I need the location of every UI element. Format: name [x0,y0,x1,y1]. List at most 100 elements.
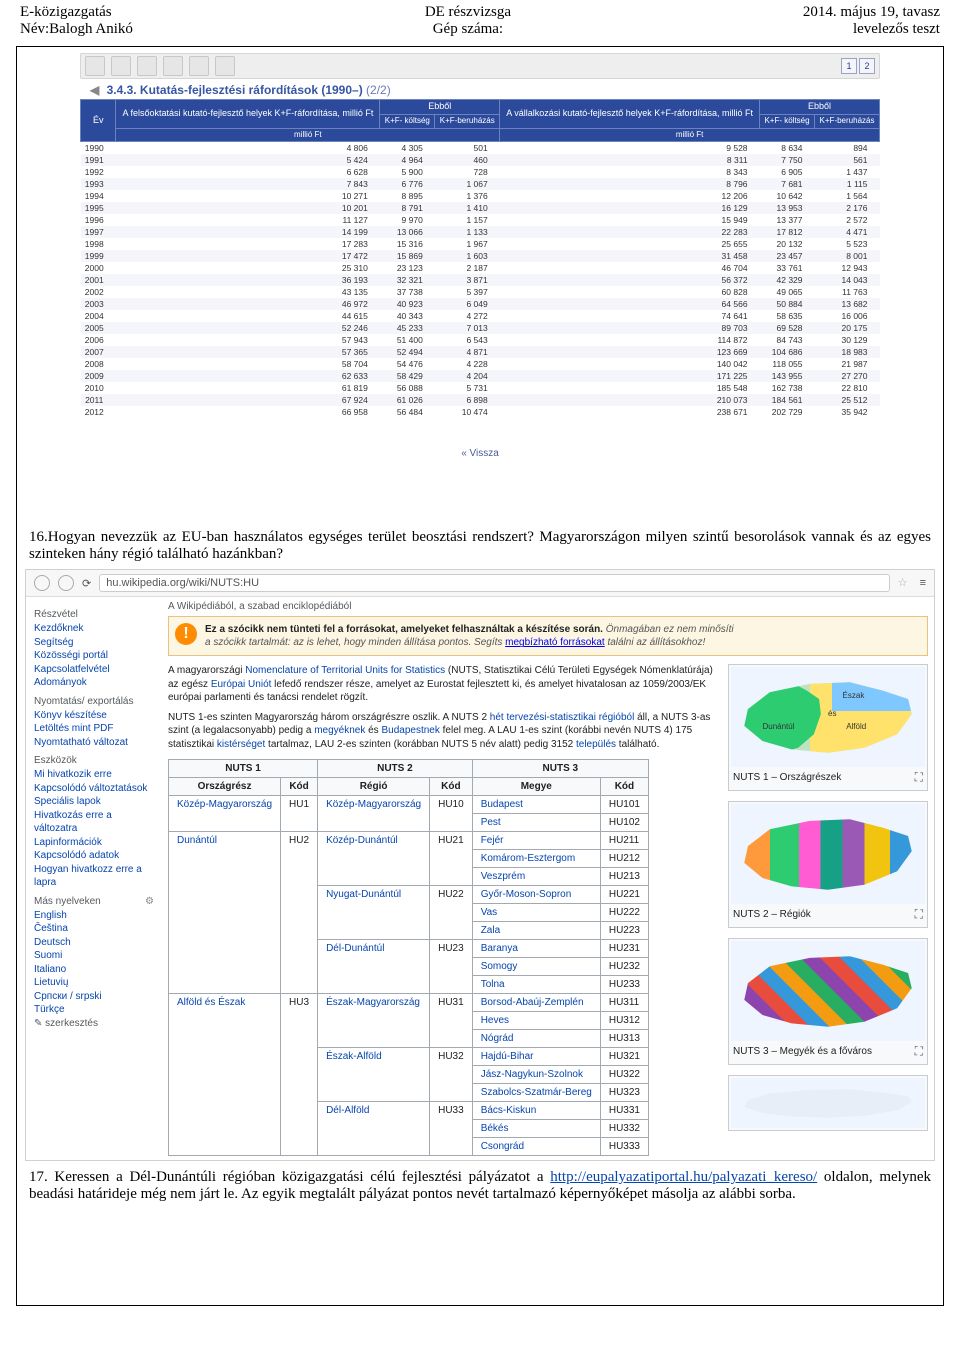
nuts-link[interactable]: Budapest [481,799,523,810]
prev-arrow-icon[interactable]: ◀ [90,83,99,97]
forward-icon[interactable] [58,575,74,591]
nuts-link[interactable]: Somogy [481,961,518,972]
telepules-link[interactable]: település [576,739,616,750]
nuts-link[interactable]: Baranya [481,943,518,954]
gear-icon[interactable]: ⚙ [145,896,154,907]
reload-icon[interactable]: ⟳ [82,577,91,590]
sidebar-edit-link[interactable]: ✎ szerkesztés [34,1017,154,1031]
nuts-link[interactable]: Nyugat-Dunántúl [326,889,401,900]
sidebar-link[interactable]: Italiano [34,963,154,977]
sidebar-link[interactable]: Hivatkozás erre a változatra [34,809,154,836]
enlarge-icon[interactable]: ⛶ [915,907,923,922]
print-icon[interactable] [215,56,235,76]
sidebar-link[interactable]: Letöltés mint PDF [34,722,154,736]
sidebar-link[interactable]: Segítség [34,636,154,650]
sidebar-link[interactable]: Српски / srpski [34,990,154,1004]
nuts-link[interactable]: Nomenclature of Territorial Units for St… [245,665,445,676]
nuts-link[interactable]: Komárom-Esztergom [481,853,575,864]
palyazat-link[interactable]: http://eupalyazatiportal.hu/palyazati_ke… [550,1169,817,1185]
sidebar-link[interactable]: Könyv készítése [34,709,154,723]
back-link[interactable]: « Vissza [80,448,880,459]
table-cell: Közép-Magyarország [318,796,430,832]
page-2[interactable]: 2 [859,58,875,74]
col-ebbol-2: Ebből [760,100,880,115]
table-cell: Észak-Magyarország [318,994,430,1048]
cell-year: 2009 [81,370,116,382]
sidebar-link[interactable]: Mi hivatkozik erre [34,768,154,782]
budapest-link[interactable]: Budapestnek [381,725,439,736]
kisterseg-link[interactable]: kistérséget [217,739,265,750]
nuts-link[interactable]: Veszprém [481,871,525,882]
cell-value: 23 123 [380,262,435,274]
nuts-link[interactable]: Észak-Magyarország [326,997,420,1008]
bookmark-star-icon[interactable]: ☆ [898,576,912,590]
cell-year: 2002 [81,286,116,298]
eu-link[interactable]: Európai Uniót [211,679,272,690]
sidebar-link[interactable]: Adományok [34,676,154,690]
sidebar-link[interactable]: Suomi [34,949,154,963]
table-row: 200757 36552 4944 871123 669104 68618 98… [81,346,880,358]
seven-regions-link[interactable]: hét tervezési-statisztikai régióból [490,712,635,723]
enlarge-icon[interactable]: ⛶ [915,770,923,785]
menu-icon[interactable]: ≡ [920,577,926,589]
table-cell: Békés [472,1120,600,1138]
nuts-link[interactable]: Alföld és Észak [177,997,245,1008]
nuts-link[interactable]: Észak-Alföld [326,1051,382,1062]
page-1[interactable]: 1 [841,58,857,74]
excel-icon[interactable] [189,56,209,76]
sidebar-link[interactable]: Deutsch [34,936,154,950]
cell-value: 56 088 [380,382,435,394]
cube-icon[interactable] [111,56,131,76]
cell-value: 4 305 [380,142,435,155]
back-icon[interactable] [34,575,50,591]
map-nuts2: NUTS 2 – Régiók⛶ [728,801,928,928]
info-icon[interactable] [85,56,105,76]
nuts-link[interactable]: Győr-Moson-Sopron [481,889,572,900]
sidebar-link[interactable]: Čeština [34,922,154,936]
table-icon[interactable] [163,56,183,76]
nuts-link[interactable]: Szabolcs-Szatmár-Bereg [481,1087,592,1098]
sidebar-link[interactable]: Közösségi portál [34,649,154,663]
nuts-link[interactable]: Hajdú-Bihar [481,1051,534,1062]
nuts-link[interactable]: Zala [481,925,500,936]
sidebar-link[interactable]: Speciális lapok [34,795,154,809]
table-cell: HU312 [600,1012,648,1030]
cell-value: 1 603 [435,250,500,262]
sidebar-link[interactable]: English [34,909,154,923]
cell-value: 1 564 [815,190,880,202]
nuts-link[interactable]: Nógrád [481,1033,514,1044]
copy-icon[interactable] [137,56,157,76]
map-nuts3: NUTS 3 – Megyék és a főváros⛶ [728,938,928,1065]
nuts-link[interactable]: Dél-Dunántúl [326,943,384,954]
nuts-link[interactable]: Jász-Nagykun-Szolnok [481,1069,583,1080]
nuts-link[interactable]: Bács-Kiskun [481,1105,537,1116]
sidebar-link[interactable]: Kezdőknek [34,622,154,636]
table-row: 200962 63358 4294 204171 225143 95527 27… [81,370,880,382]
sidebar-link[interactable]: Hogyan hivatkozz erre a lapra [34,863,154,890]
nuts-link[interactable]: Közép-Magyarország [326,799,421,810]
address-bar[interactable]: hu.wikipedia.org/wiki/NUTS:HU [99,574,889,592]
sidebar-link[interactable]: Lapinformációk [34,836,154,850]
nuts-link[interactable]: Pest [481,817,501,828]
nuts-link[interactable]: Dél-Alföld [326,1105,369,1116]
cell-value: 56 484 [380,406,435,418]
nuts-link[interactable]: Csongrád [481,1141,524,1152]
nuts-link[interactable]: Dunántúl [177,835,217,846]
sidebar-link[interactable]: Kapcsolódó adatok [34,849,154,863]
nuts-link[interactable]: Tolna [481,979,505,990]
nuts-link[interactable]: Borsod-Abaúj-Zemplén [481,997,584,1008]
sidebar-link[interactable]: Kapcsolódó változtatások [34,782,154,796]
reliable-sources-link[interactable]: megbízható forrásokat [505,637,605,648]
counties-link[interactable]: megyéknek [314,725,365,736]
nuts-link[interactable]: Békés [481,1123,509,1134]
sidebar-link[interactable]: Kapcsolatfelvétel [34,663,154,677]
sidebar-link[interactable]: Lietuvių [34,976,154,990]
enlarge-icon[interactable]: ⛶ [915,1044,923,1059]
nuts-link[interactable]: Vas [481,907,498,918]
nuts-link[interactable]: Heves [481,1015,509,1026]
sidebar-link[interactable]: Türkçe [34,1003,154,1017]
nuts-link[interactable]: Közép-Dunántúl [326,835,398,846]
nuts-link[interactable]: Közép-Magyarország [177,799,272,810]
sidebar-link[interactable]: Nyomtatható változat [34,736,154,750]
nuts-link[interactable]: Fejér [481,835,504,846]
